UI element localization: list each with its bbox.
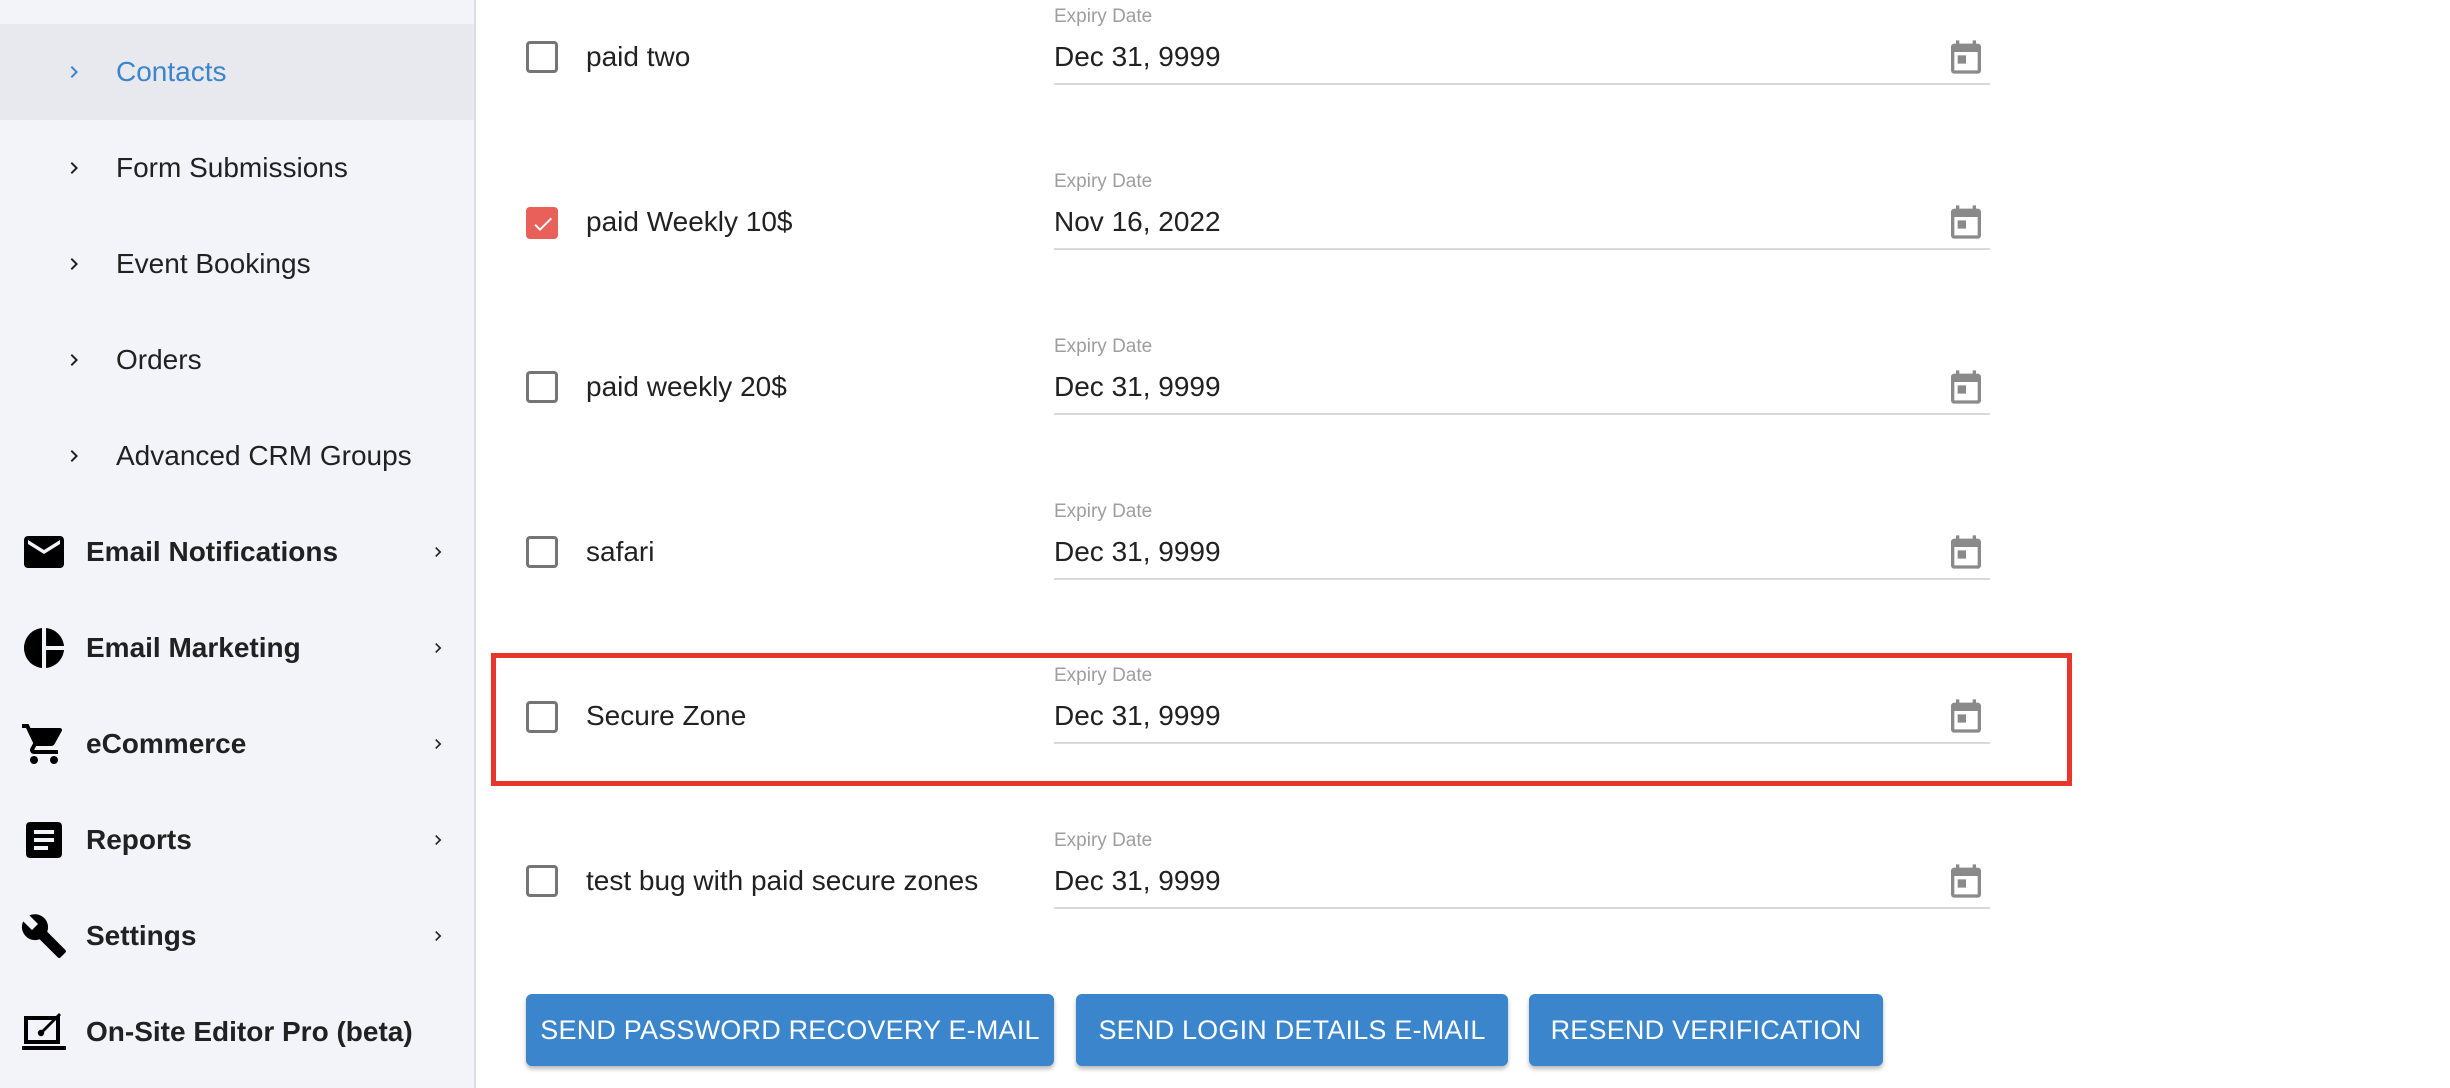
sidebar-item-label: Advanced CRM Groups xyxy=(116,440,412,471)
calendar-icon[interactable] xyxy=(1946,532,1986,572)
calendar-icon[interactable] xyxy=(1946,861,1986,901)
expiry-date-underline xyxy=(1054,413,1990,415)
sidebar-item-event-bookings[interactable]: Event Bookings xyxy=(0,216,474,312)
sidebar-item-advanced-crm-groups[interactable]: Advanced CRM Groups xyxy=(0,408,474,504)
expiry-date-label: Expiry Date xyxy=(1054,171,1153,192)
expiry-date-underline xyxy=(1054,83,1990,85)
chevron-right-icon xyxy=(435,739,442,749)
sidebar-item-label: Settings xyxy=(86,920,197,951)
expiry-date-label: Expiry Date xyxy=(1054,665,1153,686)
sidebar-item-ecommerce[interactable]: eCommerce xyxy=(0,696,474,792)
expiry-date-label: Expiry Date xyxy=(1054,830,1153,851)
editor-icon xyxy=(22,1013,66,1050)
expiry-date-input[interactable]: Nov 16, 2022 xyxy=(1054,206,1221,238)
expiry-date-underline xyxy=(1054,907,1990,909)
chevron-right-icon xyxy=(70,258,78,270)
secure-zone-checkbox[interactable] xyxy=(526,41,558,73)
sidebar-item-label: Email Notifications xyxy=(86,536,339,567)
chevron-right-icon xyxy=(435,643,442,653)
secure-zone-checkbox[interactable] xyxy=(526,701,558,733)
sidebar-item-orders[interactable]: Orders xyxy=(0,312,474,408)
expiry-date-input[interactable]: Dec 31, 9999 xyxy=(1054,700,1221,732)
sidebar-item-email-marketing[interactable]: Email Marketing xyxy=(0,600,474,696)
sidebar-item-label: Reports xyxy=(86,824,192,855)
secure-zone-name: test bug with paid secure zones xyxy=(586,865,979,896)
sidebar: Contacts Form Submissions Event Bookings… xyxy=(0,0,476,1088)
sidebar-item-contacts[interactable]: Contacts xyxy=(0,24,474,120)
chevron-right-icon xyxy=(435,547,442,557)
calendar-icon[interactable] xyxy=(1946,202,1986,242)
send-password-recovery-button[interactable]: SEND PASSWORD RECOVERY E-MAIL xyxy=(526,994,1054,1066)
expiry-date-input[interactable]: Dec 31, 9999 xyxy=(1054,536,1221,568)
chevron-right-icon xyxy=(70,162,78,174)
secure-zone-name: paid two xyxy=(586,41,691,72)
sidebar-item-reports[interactable]: Reports xyxy=(0,792,474,888)
checkmark-icon xyxy=(534,217,552,231)
sidebar-item-label: Form Submissions xyxy=(116,152,348,183)
calendar-icon[interactable] xyxy=(1946,367,1986,407)
sidebar-item-label: Event Bookings xyxy=(116,248,311,279)
chevron-right-icon xyxy=(435,835,442,845)
expiry-date-input[interactable]: Dec 31, 9999 xyxy=(1054,371,1221,403)
wrench-icon xyxy=(21,914,66,958)
secure-zone-checkbox[interactable] xyxy=(526,536,558,568)
expiry-date-input[interactable]: Dec 31, 9999 xyxy=(1054,865,1221,897)
sidebar-item-label: eCommerce xyxy=(86,728,247,759)
report-icon xyxy=(26,822,62,858)
secure-zone-name: paid weekly 20$ xyxy=(586,371,787,402)
chevron-right-icon xyxy=(70,66,78,78)
sidebar-item-form-submissions[interactable]: Form Submissions xyxy=(0,120,474,216)
expiry-date-underline xyxy=(1054,742,1990,744)
chevron-right-icon xyxy=(70,450,78,462)
expiry-date-input[interactable]: Dec 31, 9999 xyxy=(1054,41,1221,73)
sidebar-item-email-notifications[interactable]: Email Notifications xyxy=(0,504,474,600)
chevron-right-icon xyxy=(435,931,442,941)
secure-zone-checkbox[interactable] xyxy=(526,371,558,403)
mail-icon xyxy=(24,536,64,568)
sidebar-item-label: Orders xyxy=(116,344,202,375)
secure-zone-checkbox[interactable] xyxy=(526,207,558,239)
sidebar-item-label: Email Marketing xyxy=(86,632,301,663)
secure-zone-name: Secure Zone xyxy=(586,700,747,731)
calendar-icon[interactable] xyxy=(1946,37,1986,77)
sidebar-item-label: On-Site Editor Pro (beta) xyxy=(86,1016,413,1047)
sidebar-item-on-site-editor-pro[interactable]: On-Site Editor Pro (beta) xyxy=(0,984,474,1080)
sidebar-item-settings[interactable]: Settings xyxy=(0,888,474,984)
secure-zone-name: safari xyxy=(586,536,655,567)
secure-zone-name: paid Weekly 10$ xyxy=(586,206,793,237)
expiry-date-label: Expiry Date xyxy=(1054,336,1153,357)
cart-icon xyxy=(22,724,63,764)
calendar-icon[interactable] xyxy=(1946,696,1986,736)
expiry-date-label: Expiry Date xyxy=(1054,501,1153,522)
resend-verification-button[interactable]: RESEND VERIFICATION xyxy=(1529,994,1883,1066)
expiry-date-underline xyxy=(1054,578,1990,580)
expiry-date-label: Expiry Date xyxy=(1054,6,1153,27)
expiry-date-underline xyxy=(1054,248,1990,250)
chevron-right-icon xyxy=(70,354,78,366)
secure-zone-checkbox[interactable] xyxy=(526,865,558,897)
pie-chart-icon xyxy=(24,628,64,668)
send-login-details-button[interactable]: SEND LOGIN DETAILS E-MAIL xyxy=(1076,994,1508,1066)
sidebar-item-label: Contacts xyxy=(116,56,227,87)
